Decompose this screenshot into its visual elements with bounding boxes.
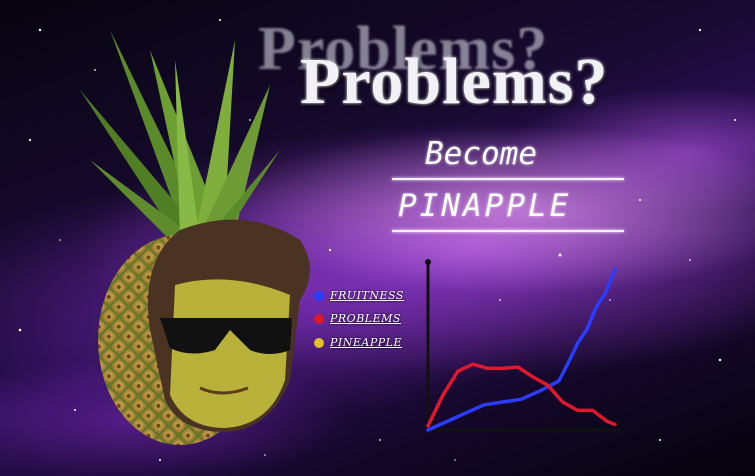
y-axis-tip — [425, 259, 431, 265]
line-chart — [425, 259, 620, 432]
poster-canvas: Problems? Problems? Become PINAPPLE FRUI… — [0, 0, 755, 476]
series-line-fruitness — [426, 267, 617, 432]
